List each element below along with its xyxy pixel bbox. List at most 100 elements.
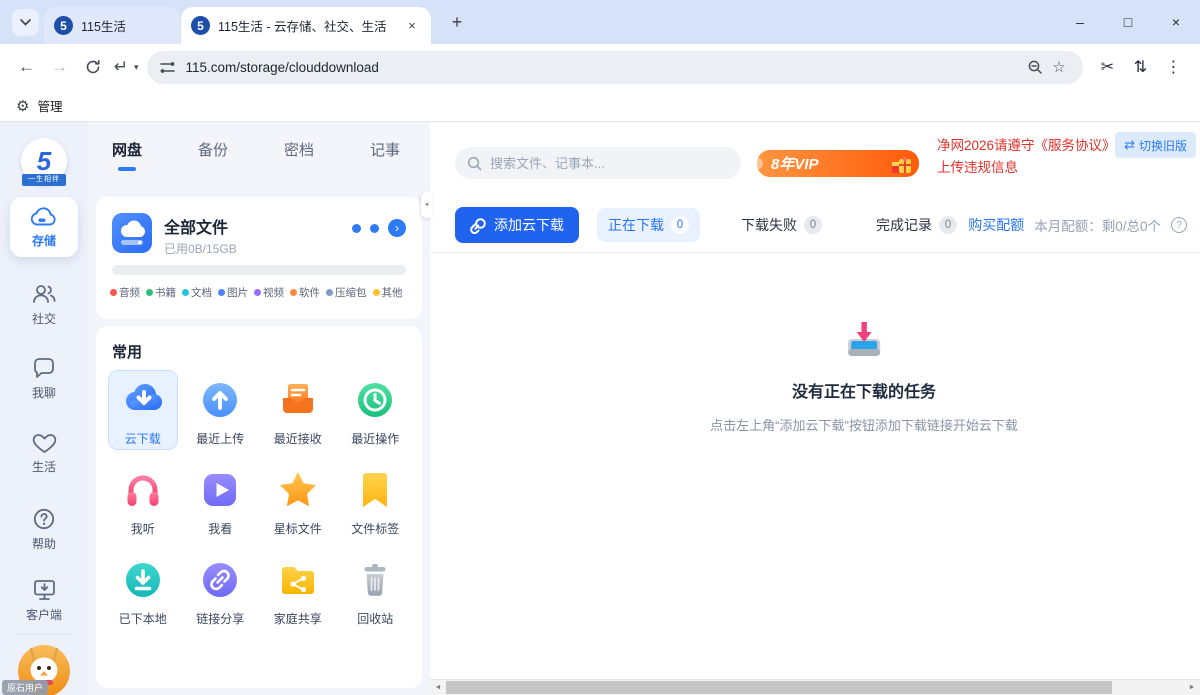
bookmark-manage[interactable]: 管理	[37, 96, 62, 115]
tab-label: 下载失败	[741, 215, 797, 235]
window-maximize-icon[interactable]: □	[1104, 0, 1152, 44]
legend-item: 视频	[254, 285, 284, 300]
grid-item-label: 文件标签	[351, 520, 399, 537]
grid-item-starred-files[interactable]: 星标文件	[263, 460, 333, 540]
caret-down-icon: ▾	[134, 62, 139, 73]
grid-item-recycle-bin[interactable]: 回收站	[340, 550, 410, 630]
common-grid: 云下载 最近上传 最近接收	[104, 370, 414, 630]
tab-search-button[interactable]	[12, 9, 39, 36]
panel-tab-notes[interactable]: 记事	[370, 139, 400, 171]
back-icon[interactable]: ←	[10, 51, 43, 84]
star-icon	[276, 468, 320, 512]
vip-banner-text: 8年VIP	[771, 153, 889, 174]
new-tab-button[interactable]: +	[444, 9, 470, 35]
forward-icon[interactable]: →	[43, 51, 76, 84]
grid-item-recent-operations[interactable]: 最近操作	[340, 370, 410, 450]
common-section-title: 常用	[112, 341, 142, 362]
search-box[interactable]	[455, 147, 741, 179]
grid-item-link-share[interactable]: 链接分享	[185, 550, 255, 630]
tab-label: 完成记录	[876, 215, 932, 235]
reload-icon[interactable]	[76, 51, 109, 84]
recent-upload-icon	[198, 378, 242, 422]
tab-label: 正在下载	[608, 215, 664, 235]
grid-item-listen[interactable]: 我听	[108, 460, 178, 540]
panel-tab-drive[interactable]: 网盘	[112, 139, 142, 171]
switch-old-version-button[interactable]: ⇄ 切换旧版	[1115, 132, 1196, 158]
grid-item-family-share[interactable]: 家庭共享	[263, 550, 333, 630]
grid-item-recent-upload[interactable]: 最近上传	[185, 370, 255, 450]
window-minimize-icon[interactable]: –	[1056, 0, 1104, 44]
sidebar-item-client[interactable]: 客户端	[0, 578, 88, 623]
logo-ribbon: 一生相伴	[22, 174, 66, 186]
tab-completed-records[interactable]: 完成记录 0	[865, 208, 968, 242]
legend-item: 其他	[373, 285, 403, 300]
panel-tab-label: 备份	[198, 139, 228, 160]
panel-tab-vault[interactable]: 密档	[284, 139, 314, 171]
extension-return-button[interactable]: ↵ ▾	[109, 51, 139, 84]
empty-title: 没有正在下载的任务	[710, 378, 1018, 402]
grid-item-watch[interactable]: 我看	[185, 460, 255, 540]
tab-115-home[interactable]: 5 115生活	[44, 7, 180, 44]
browser-menu-icon[interactable]: ⋮	[1157, 51, 1190, 84]
gift-decoration-icon	[889, 153, 913, 175]
bookmark-star-icon[interactable]: ☆	[1047, 55, 1071, 79]
sidebar-item-label: 生活	[32, 458, 56, 475]
quota-help-icon[interactable]: ?	[1171, 217, 1187, 233]
quota-group: 购买配额 本月配额：剩0/总0个 ?	[968, 207, 1187, 243]
tab-cloud-download-active[interactable]: 5 115生活 - 云存储、社交、生活 ×	[181, 7, 431, 44]
return-icon: ↵	[109, 51, 133, 84]
horizontal-scrollbar[interactable]: ◄ ►	[430, 679, 1200, 695]
legend-item: 压缩包	[326, 285, 367, 300]
action-dot[interactable]	[352, 224, 361, 233]
site-favicon: 5	[54, 16, 73, 35]
all-files-card[interactable]: 全部文件 已用0B/15GB › 音频 书籍 文档 图片 视频 软件 压缩包 其…	[96, 197, 422, 319]
grid-item-label: 家庭共享	[274, 610, 322, 627]
drive-panel: 网盘 备份 密档 记事	[88, 122, 430, 695]
sidebar-item-life[interactable]: 生活	[0, 432, 88, 475]
switch-old-label: 切换旧版	[1139, 137, 1187, 154]
url-text[interactable]: 115.com/storage/clouddownload	[186, 60, 1023, 75]
app-page: 5 一生相伴 存储 社交 我聊	[0, 122, 1200, 695]
scrollbar-thumb[interactable]	[446, 681, 1112, 694]
site-settings-icon[interactable]	[159, 60, 176, 75]
search-input[interactable]	[490, 156, 729, 171]
legend-item: 书籍	[146, 285, 176, 300]
recent-operations-icon	[353, 378, 397, 422]
panel-tab-backup[interactable]: 备份	[198, 139, 228, 171]
grid-item-file-tags[interactable]: 文件标签	[340, 460, 410, 540]
grid-item-cloud-download[interactable]: 云下载	[108, 370, 178, 450]
tab-downloading[interactable]: 正在下载 0	[597, 208, 700, 242]
tab-download-failed[interactable]: 下载失败 0	[730, 208, 833, 242]
add-cloud-download-button[interactable]: 添加云下载	[455, 207, 579, 243]
grid-item-label: 最近上传	[196, 430, 244, 447]
legend-item: 文档	[182, 285, 212, 300]
115-logo[interactable]: 5 一生相伴	[19, 138, 69, 188]
grid-item-recent-receive[interactable]: 最近接收	[263, 370, 333, 450]
panel-collapse-handle[interactable]: ◄	[421, 192, 432, 218]
sidebar-item-chat[interactable]: 我聊	[0, 357, 88, 401]
action-dot[interactable]	[370, 224, 379, 233]
tab-close-icon[interactable]: ×	[403, 17, 421, 35]
grid-item-label: 最近操作	[351, 430, 399, 447]
sidebar-divider	[16, 634, 72, 635]
expand-chevron-icon[interactable]: ›	[388, 219, 406, 237]
address-bar[interactable]: 115.com/storage/clouddownload ☆	[147, 51, 1083, 84]
scroll-left-icon[interactable]: ◄	[430, 680, 446, 695]
collapse-left-icon: ◄	[424, 202, 430, 208]
zoom-icon[interactable]	[1023, 55, 1047, 79]
buy-quota-link[interactable]: 购买配额	[968, 215, 1024, 235]
all-files-title: 全部文件	[164, 214, 228, 238]
vip-banner[interactable]: 8年VIP	[757, 150, 919, 177]
scroll-right-icon[interactable]: ►	[1184, 680, 1200, 695]
sidebar-item-storage[interactable]: 存储	[10, 197, 78, 257]
sidebar-item-social[interactable]: 社交	[0, 282, 88, 327]
updown-extension-icon[interactable]: ⇅	[1124, 51, 1157, 84]
grid-item-downloaded-local[interactable]: 已下本地	[108, 550, 178, 630]
window-close-icon[interactable]: ×	[1152, 0, 1200, 44]
common-section-card: 常用 云下载 最近上传	[96, 326, 422, 688]
scissors-extension-icon[interactable]: ✂	[1091, 51, 1124, 84]
sidebar-item-help[interactable]: 帮助	[0, 507, 88, 552]
legend-item: 软件	[290, 285, 320, 300]
sidebar-item-label: 客户端	[26, 606, 62, 623]
monthly-quota-text: 本月配额：剩0/总0个	[1034, 215, 1161, 235]
